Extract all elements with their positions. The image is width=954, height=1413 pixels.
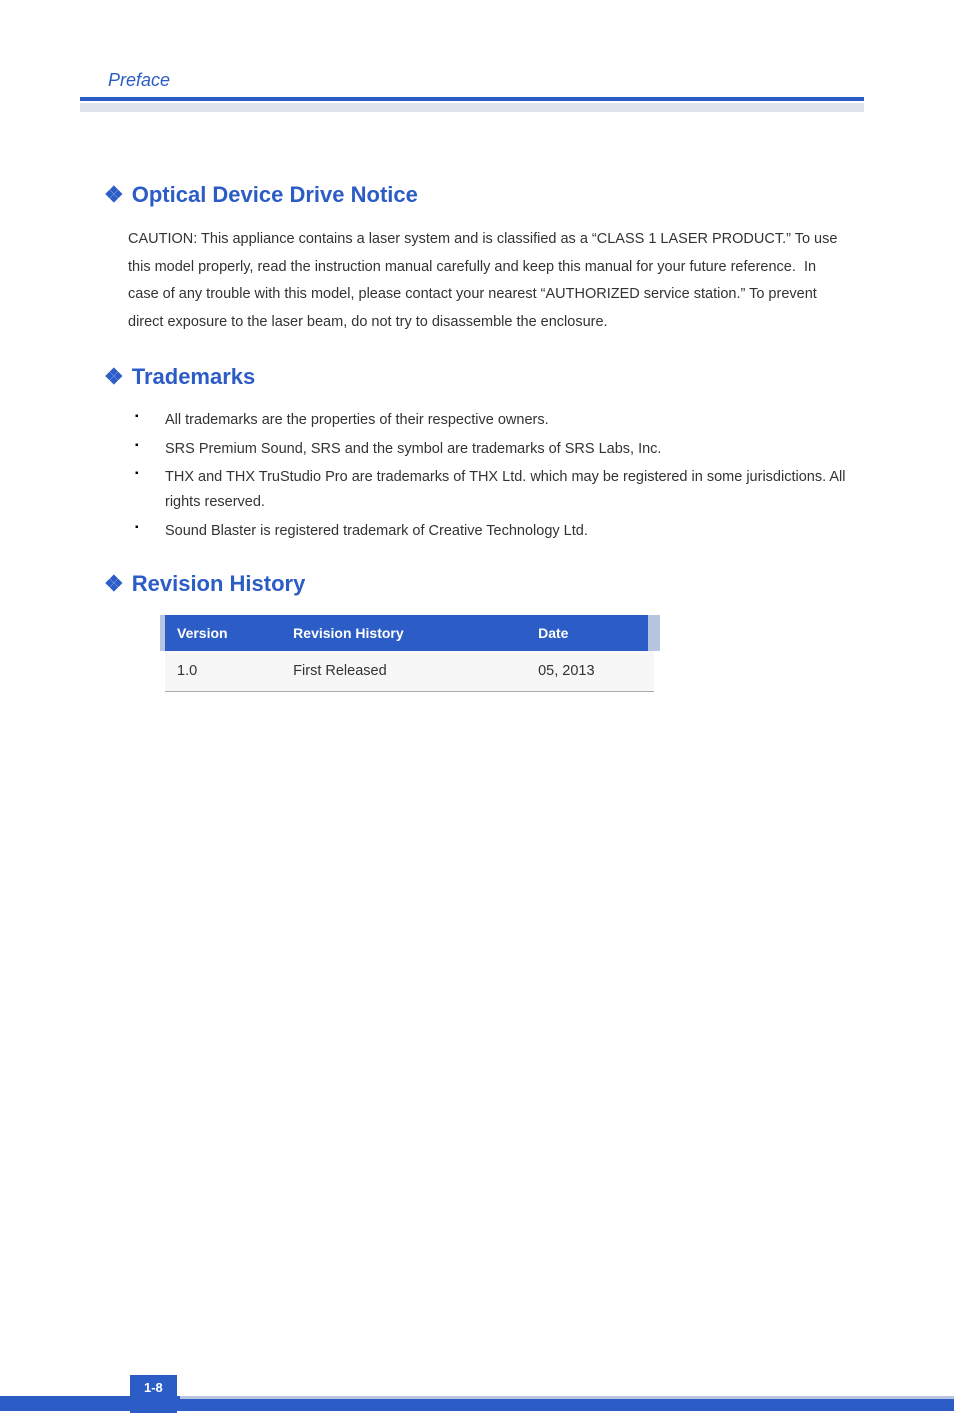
page-header: Preface	[80, 70, 864, 112]
section-heading: ❖ Optical Device Drive Notice	[104, 182, 864, 208]
section-heading-text: Trademarks	[132, 364, 256, 390]
list-item: Sound Blaster is registered trademark of…	[135, 519, 854, 544]
page-footer: 1-8	[0, 1396, 954, 1411]
list-item: SRS Premium Sound, SRS and the symbol ar…	[135, 437, 854, 462]
section-optical-notice: ❖ Optical Device Drive Notice CAUTION: T…	[80, 182, 864, 336]
page-number: 1-8	[130, 1375, 177, 1413]
trademarks-list: All trademarks are the properties of the…	[135, 408, 854, 543]
revision-table-wrap: Version Revision History Date 1.0 First …	[160, 615, 864, 692]
header-rule-sub	[80, 103, 864, 112]
table-cell-date: 05, 2013	[526, 651, 654, 692]
table-header-date: Date	[526, 615, 654, 651]
table-header-version: Version	[163, 615, 282, 651]
footer-rule-thick: 1-8	[0, 1399, 954, 1411]
page: Preface ❖ Optical Device Drive Notice CA…	[0, 0, 954, 1411]
table-header-row: Version Revision History Date	[163, 615, 655, 651]
section-revision-history: ❖ Revision History Version Revision Hist…	[80, 571, 864, 692]
diamond-icon: ❖	[104, 182, 124, 208]
table-cell-history: First Released	[281, 651, 526, 692]
section-heading: ❖ Revision History	[104, 571, 864, 597]
revision-table: Version Revision History Date 1.0 First …	[160, 615, 660, 692]
diamond-icon: ❖	[104, 571, 124, 597]
section-heading-text: Optical Device Drive Notice	[132, 182, 418, 208]
header-title: Preface	[108, 70, 864, 91]
list-item: THX and THX TruStudio Pro are trademarks…	[135, 465, 854, 514]
table-cell-version: 1.0	[163, 651, 282, 692]
diamond-icon: ❖	[104, 364, 124, 390]
header-rule	[80, 97, 864, 101]
table-header-history: Revision History	[281, 615, 526, 651]
section-heading: ❖ Trademarks	[104, 364, 864, 390]
section-body-text: CAUTION: This appliance contains a laser…	[128, 226, 844, 336]
list-item: All trademarks are the properties of the…	[135, 408, 854, 433]
table-row: 1.0 First Released 05, 2013	[163, 651, 655, 692]
section-heading-text: Revision History	[132, 571, 306, 597]
section-trademarks: ❖ Trademarks All trademarks are the prop…	[80, 364, 864, 543]
